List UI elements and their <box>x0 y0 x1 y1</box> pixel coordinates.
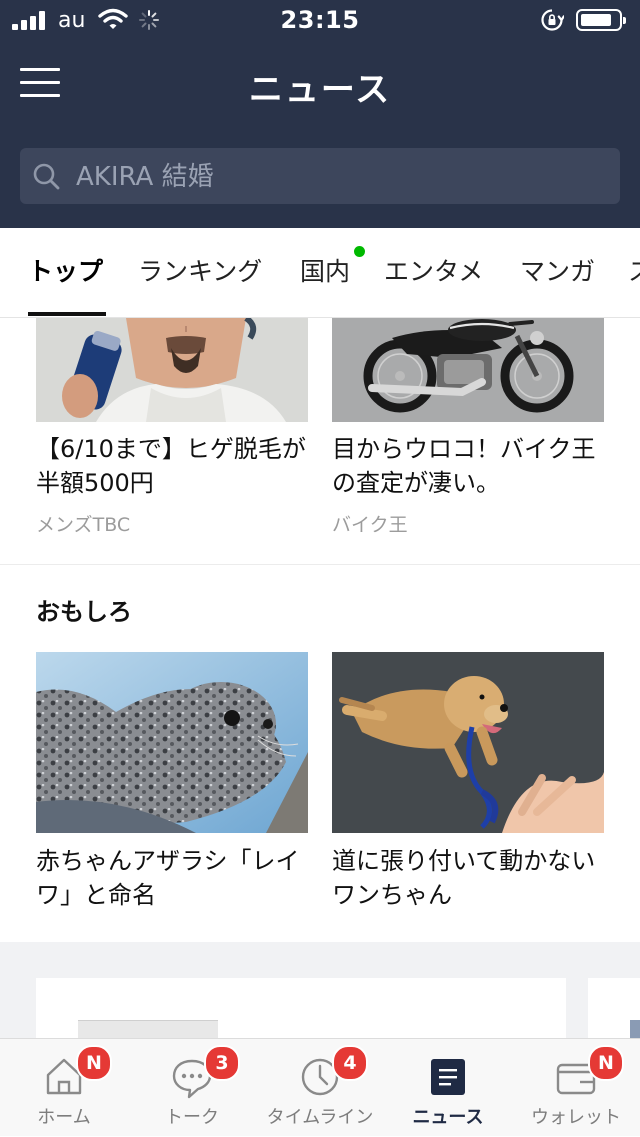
nav-label: トーク <box>165 1107 219 1128</box>
news-headline: 目からウロコ！バイク王の査定が凄い。 <box>332 435 596 497</box>
ad-thumbnail <box>78 1020 218 1038</box>
news-source: メンズTBC <box>36 514 131 536</box>
tab-domestic[interactable]: 国内 <box>300 252 350 288</box>
news-headline: 【6/10まで】ヒゲ脱毛が半額500円 <box>36 435 306 497</box>
golden-retriever-photo <box>332 652 604 833</box>
ad-card-next[interactable] <box>588 978 640 1038</box>
bottom-navigation: N ホーム 3 トーク 4 タイムライン ニュース N ウォレット <box>0 1038 640 1136</box>
news-headline: 道に張り付いて動かないワンちゃん <box>332 847 596 909</box>
nav-talk[interactable]: 3 トーク <box>128 1039 256 1137</box>
nav-home[interactable]: N ホーム <box>0 1039 128 1137</box>
status-bar: au 23:15 <box>0 0 640 40</box>
news-card[interactable]: 赤ちゃんアザラシ「レイワ」と命名 <box>36 652 308 922</box>
tab-entertainment[interactable]: エンタメ <box>384 252 483 288</box>
tab-top[interactable]: トップ <box>28 252 103 288</box>
tab-manga[interactable]: マンガ <box>520 252 595 288</box>
category-tabs: トップ ランキング 国内 エンタメ マンガ ス <box>0 228 640 318</box>
section-title: おもしろ <box>36 598 132 626</box>
tab-sports[interactable]: ス <box>628 252 640 288</box>
news-headline: 赤ちゃんアザラシ「レイワ」と命名 <box>36 847 300 909</box>
notification-badge: N <box>588 1045 624 1081</box>
ad-card[interactable] <box>36 978 566 1038</box>
nav-label: タイムライン <box>266 1107 374 1128</box>
baby-seal-photo <box>36 652 308 833</box>
active-tab-indicator <box>28 312 106 316</box>
news-icon <box>431 1059 465 1095</box>
rotation-lock-icon <box>541 9 564 31</box>
page-title: ニュース <box>248 70 392 110</box>
nav-wallet[interactable]: N ウォレット <box>512 1039 640 1137</box>
nav-timeline[interactable]: 4 タイムライン <box>256 1039 384 1137</box>
nav-news[interactable]: ニュース <box>384 1039 512 1137</box>
new-indicator-dot <box>354 246 365 257</box>
tab-ranking[interactable]: ランキング <box>138 252 262 288</box>
search-input[interactable] <box>74 156 598 198</box>
man-shaving-photo <box>36 318 308 422</box>
news-card[interactable]: 道に張り付いて動かないワンちゃん <box>332 652 604 922</box>
battery-icon <box>576 9 626 31</box>
nav-label: ウォレット <box>531 1107 621 1128</box>
motorcycle-photo <box>332 318 604 422</box>
notification-badge: N <box>76 1045 112 1081</box>
nav-label: ニュース <box>412 1107 484 1128</box>
search-bar[interactable] <box>20 148 620 204</box>
nav-label: ホーム <box>37 1107 91 1128</box>
search-icon <box>33 163 60 190</box>
notification-badge: 3 <box>204 1045 240 1081</box>
news-feed: 【6/10まで】ヒゲ脱毛が半額500円 メンズTBC 目からウロコ！バイク王の査… <box>0 318 640 1038</box>
section-divider <box>0 564 640 565</box>
app-header: au 23:15 ニュース AKIRA 結婚 <box>0 0 640 228</box>
ad-carousel-area <box>0 942 640 1038</box>
notification-badge: 4 <box>332 1045 368 1081</box>
news-card[interactable]: 目からウロコ！バイク王の査定が凄い。 バイク王 <box>332 318 604 538</box>
news-source: バイク王 <box>332 514 408 536</box>
news-card[interactable]: 【6/10まで】ヒゲ脱毛が半額500円 メンズTBC <box>36 318 308 538</box>
